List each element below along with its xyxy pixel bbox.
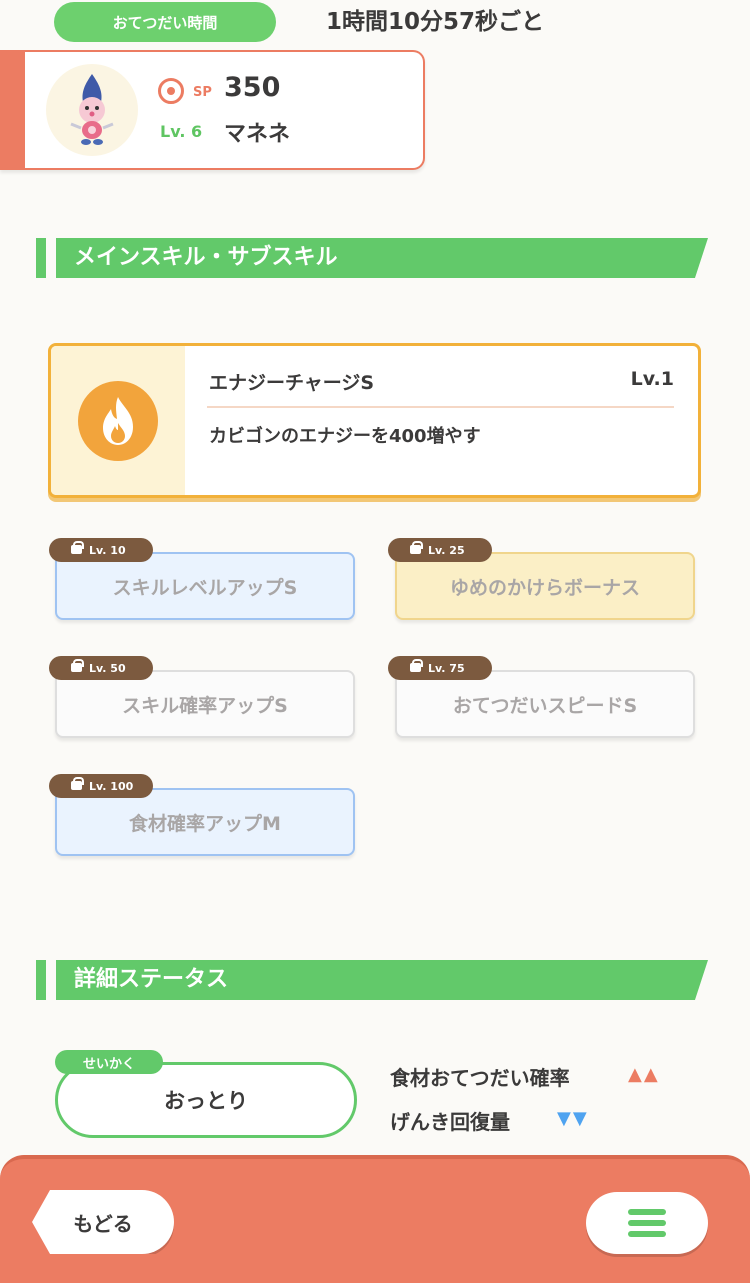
menu-button[interactable] (586, 1192, 708, 1254)
unlock-level: Lv. 25 (428, 543, 465, 557)
sub-skill-2[interactable]: ゆめのかけらボーナス (395, 552, 695, 620)
sub-skill-5[interactable]: 食材確率アップM (55, 788, 355, 856)
lock-icon (410, 659, 423, 672)
hamburger-menu-icon (628, 1209, 666, 1237)
sp-value: 350 (224, 72, 281, 103)
sub-skill-3[interactable]: スキル確率アップS (55, 670, 355, 738)
unlock-level-tag: Lv. 10 (49, 538, 153, 562)
help-time-value: 1時間10分57秒ごと (326, 9, 545, 35)
unlock-level: Lv. 50 (89, 661, 126, 675)
main-skill-name: エナジーチャージS (209, 372, 375, 394)
card-stripe (0, 52, 25, 168)
unlock-level: Lv. 100 (89, 779, 134, 793)
main-skill-description: カビゴンのエナジーを400増やす (209, 426, 481, 447)
sub-skill-name: 食材確率アップM (129, 812, 281, 835)
divider (207, 406, 674, 408)
section-title: メインスキル・サブスキル (74, 245, 338, 270)
lock-icon (71, 541, 84, 554)
help-time-label: おてつだい時間 (54, 2, 276, 42)
lock-icon (71, 777, 84, 790)
sub-skill-name: ゆめのかけらボーナス (449, 576, 640, 599)
mime-jr-sprite-icon (70, 74, 114, 145)
main-skill-icon-area (51, 346, 185, 495)
unlock-level: Lv. 75 (428, 661, 465, 675)
up-arrows-icon: ▲▲ (628, 1064, 660, 1085)
lock-icon (71, 659, 84, 672)
pokemon-card[interactable]: SP 350 Lv. 6 マネネ (0, 50, 425, 170)
main-skill-level: Lv.1 (630, 368, 674, 390)
skills-section-header: メインスキル・サブスキル (36, 238, 708, 278)
unlock-level-tag: Lv. 50 (49, 656, 153, 680)
unlock-level-tag: Lv. 100 (49, 774, 153, 798)
back-button[interactable]: もどる (32, 1190, 174, 1254)
unlock-level-tag: Lv. 75 (388, 656, 492, 680)
sub-skill-name: おてつだいスピードS (452, 694, 638, 717)
pokemon-avatar (46, 64, 138, 156)
pokemon-name: マネネ (224, 122, 291, 147)
sp-label: SP (193, 85, 212, 100)
nature-value: おっとり (164, 1089, 248, 1113)
section-title: 詳細ステータス (74, 967, 229, 992)
sub-skill-4[interactable]: おてつだいスピードS (395, 670, 695, 738)
pokemon-level: Lv. 6 (160, 122, 203, 141)
status-section-header: 詳細ステータス (36, 960, 708, 1000)
fire-icon (78, 380, 158, 461)
section-marker (36, 238, 46, 278)
down-arrows-icon: ▼▼ (557, 1108, 589, 1129)
main-skill-card[interactable]: エナジーチャージS Lv.1 カビゴンのエナジーを400増やす (48, 343, 701, 498)
unlock-level-tag: Lv. 25 (388, 538, 492, 562)
back-button-label: もどる (73, 1211, 133, 1236)
nature-effect-down: げんき回復量 (390, 1110, 510, 1134)
lock-icon (410, 541, 423, 554)
unlock-level: Lv. 10 (89, 543, 126, 557)
section-marker (36, 960, 46, 1000)
sub-skill-1[interactable]: スキルレベルアップS (55, 552, 355, 620)
nature-effect-up: 食材おてつだい確率 (390, 1066, 570, 1090)
nature-tag: せいかく (55, 1050, 163, 1074)
sub-skill-name: スキルレベルアップS (112, 576, 298, 599)
pokeball-icon (158, 78, 184, 104)
sub-skill-name: スキル確率アップS (122, 694, 288, 717)
